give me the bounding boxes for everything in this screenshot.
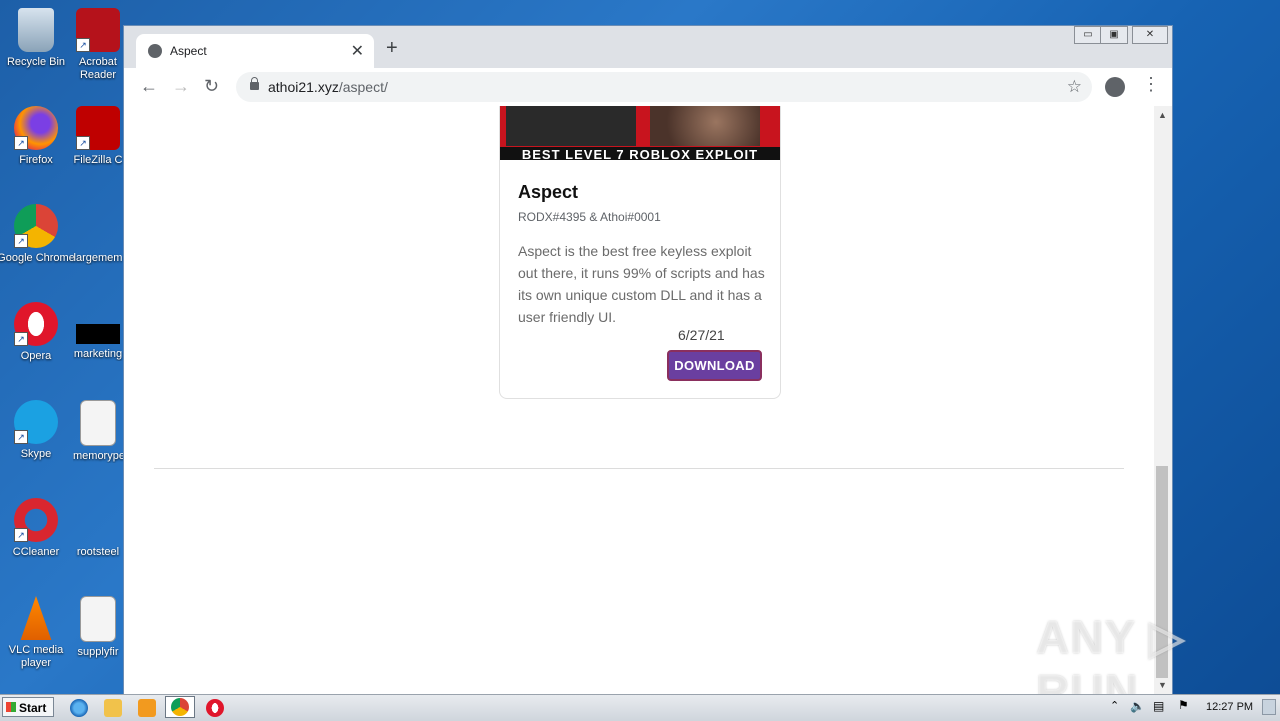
desktop-icon-vlc[interactable]: VLC media player: [0, 596, 75, 670]
desktop-icon-label: CCleaner: [12, 546, 60, 558]
taskbar: Start ⌃ 🔈 ▤ ⚑ 12:27 PM: [0, 694, 1280, 721]
desktop-icon-acrobat[interactable]: ↗ Acrobat Reader: [73, 8, 123, 82]
tab-aspect[interactable]: Aspect ✕: [136, 34, 374, 68]
shortcut-arrow-icon: ↗: [14, 430, 28, 444]
tray-up-arrow-icon[interactable]: ⌃: [1110, 699, 1119, 712]
shortcut-arrow-icon: ↗: [14, 234, 28, 248]
word-document-icon: [80, 596, 116, 642]
desktop-icon-label: VLC media player: [8, 644, 64, 669]
internet-explorer-icon[interactable]: [70, 699, 88, 717]
browser-window: Aspect ✕ + ▭ ▣ ✕ ← → ↻ athoi21.xyz/aspec…: [124, 26, 1172, 694]
taskbar-chrome-active[interactable]: [165, 696, 195, 718]
shortcut-arrow-icon: ↗: [76, 38, 90, 52]
profile-avatar-icon[interactable]: [1105, 77, 1125, 97]
tab-strip: Aspect ✕ + ▭ ▣ ✕: [124, 26, 1172, 68]
folder-icon[interactable]: [104, 699, 122, 717]
page-content: BEST LEVEL 7 ROBLOX EXPLOIT Aspect RODX#…: [124, 106, 1154, 694]
desktop-icon-skype[interactable]: ↗ Skype: [0, 400, 75, 461]
footer-divider: [154, 468, 1124, 469]
desktop-icon-memorype[interactable]: memorype: [73, 400, 123, 463]
minimize-button[interactable]: ▭: [1074, 26, 1102, 44]
globe-icon: [148, 44, 162, 58]
close-window-button[interactable]: ✕: [1132, 26, 1168, 44]
desktop-icon-label: Firefox: [19, 154, 53, 166]
desktop-icon-label: rootsteel: [76, 546, 120, 558]
opera-icon[interactable]: [206, 699, 224, 717]
desktop-icon-chrome[interactable]: ↗ Google Chrome: [0, 204, 75, 265]
scroll-up-arrow-icon[interactable]: ▲: [1158, 110, 1167, 120]
banner-wrestler-figure: [650, 106, 760, 146]
url-host: athoi21.xyz: [268, 79, 339, 95]
desktop-icon-label: largemem: [73, 252, 123, 264]
desktop-icon-label: supplyfir: [77, 646, 119, 658]
desktop-icon-marketing[interactable]: marketing: [73, 302, 123, 361]
maximize-button[interactable]: ▣: [1100, 26, 1128, 44]
url-path: /aspect/: [338, 79, 388, 95]
shortcut-arrow-icon: ↗: [14, 332, 28, 346]
blank-file-icon: [76, 204, 120, 248]
desktop-icon-label: Acrobat Reader: [79, 56, 117, 81]
page-scrollbar[interactable]: ▲ ▼: [1154, 106, 1172, 694]
word-document-icon: [80, 400, 116, 446]
volume-icon[interactable]: 🔈: [1130, 699, 1145, 713]
skype-icon: ↗: [14, 400, 58, 444]
action-center-flag-icon[interactable]: ⚑: [1178, 698, 1189, 712]
bookmark-star-icon[interactable]: ☆: [1067, 77, 1082, 97]
desktop-icon-largemem[interactable]: largemem: [73, 204, 123, 265]
acrobat-icon: ↗: [76, 8, 120, 52]
back-arrow-icon[interactable]: ←: [140, 77, 158, 95]
card-title: Aspect: [518, 182, 579, 202]
blank-file-icon: [76, 498, 120, 542]
chrome-icon: [171, 698, 189, 716]
chrome-icon: ↗: [14, 204, 58, 248]
shortcut-arrow-icon: ↗: [14, 528, 28, 542]
ccleaner-icon: ↗: [14, 498, 58, 542]
new-tab-button[interactable]: +: [386, 38, 398, 58]
close-tab-icon[interactable]: ✕: [351, 41, 364, 61]
address-bar[interactable]: athoi21.xyz/aspect/ ☆: [236, 72, 1092, 102]
desktop-icon-label: Opera: [20, 350, 52, 362]
desktop-icon-label: Recycle Bin: [6, 56, 66, 68]
kebab-menu-icon[interactable]: ⋮: [1142, 75, 1160, 93]
banner-text: BEST LEVEL 7 ROBLOX EXPLOIT: [500, 147, 780, 160]
desktop-icon-opera[interactable]: ↗ Opera: [0, 302, 75, 363]
desktop-icon-rootsteel[interactable]: rootsteel: [73, 498, 123, 559]
black-file-icon: [76, 324, 120, 344]
tab-title: Aspect: [170, 44, 207, 58]
card-authors: RODX#4395 & Athoi#0001: [518, 210, 661, 224]
desktop-icon-firefox[interactable]: ↗ Firefox: [0, 106, 75, 167]
desktop-icon-label: Skype: [20, 448, 52, 460]
media-player-icon[interactable]: [138, 699, 156, 717]
vlc-cone-icon: [20, 596, 52, 640]
desktop-icon-label: FileZilla C: [73, 154, 123, 166]
recycle-bin-icon: [18, 8, 54, 52]
desktop-icon-supplyfir[interactable]: supplyfir: [73, 596, 123, 659]
filezilla-icon: ↗: [76, 106, 120, 150]
reload-icon[interactable]: ↻: [204, 77, 219, 95]
banner-dark-panel: [506, 106, 636, 146]
desktop-icon-label: Google Chrome: [0, 252, 75, 264]
desktop-icon-label: memorype: [73, 450, 123, 462]
opera-icon: ↗: [14, 302, 58, 346]
card-date: 6/27/21: [678, 327, 725, 343]
shortcut-arrow-icon: ↗: [76, 136, 90, 150]
shortcut-arrow-icon: ↗: [14, 136, 28, 150]
firefox-icon: ↗: [14, 106, 58, 150]
show-desktop-button[interactable]: [1262, 699, 1276, 715]
start-button[interactable]: Start: [2, 697, 54, 717]
taskbar-clock[interactable]: 12:27 PM: [1206, 701, 1253, 713]
card-banner-image: BEST LEVEL 7 ROBLOX EXPLOIT: [500, 106, 780, 160]
desktop-icon-ccleaner[interactable]: ↗ CCleaner: [0, 498, 75, 559]
lock-icon: [250, 77, 259, 90]
desktop-icon-label: marketing: [73, 348, 123, 360]
network-icon[interactable]: ▤: [1153, 699, 1164, 713]
forward-arrow-icon[interactable]: →: [172, 77, 190, 95]
url-text[interactable]: athoi21.xyz/aspect/: [268, 79, 388, 95]
exploit-card: BEST LEVEL 7 ROBLOX EXPLOIT Aspect RODX#…: [499, 106, 781, 399]
desktop-icon-filezilla[interactable]: ↗ FileZilla C: [73, 106, 123, 167]
browser-toolbar: ← → ↻ athoi21.xyz/aspect/ ☆ ⋮: [124, 68, 1172, 107]
desktop-icon-recycle-bin[interactable]: Recycle Bin: [0, 8, 75, 69]
card-description: Aspect is the best free keyless exploit …: [518, 243, 765, 325]
download-button[interactable]: DOWNLOAD: [667, 350, 762, 381]
